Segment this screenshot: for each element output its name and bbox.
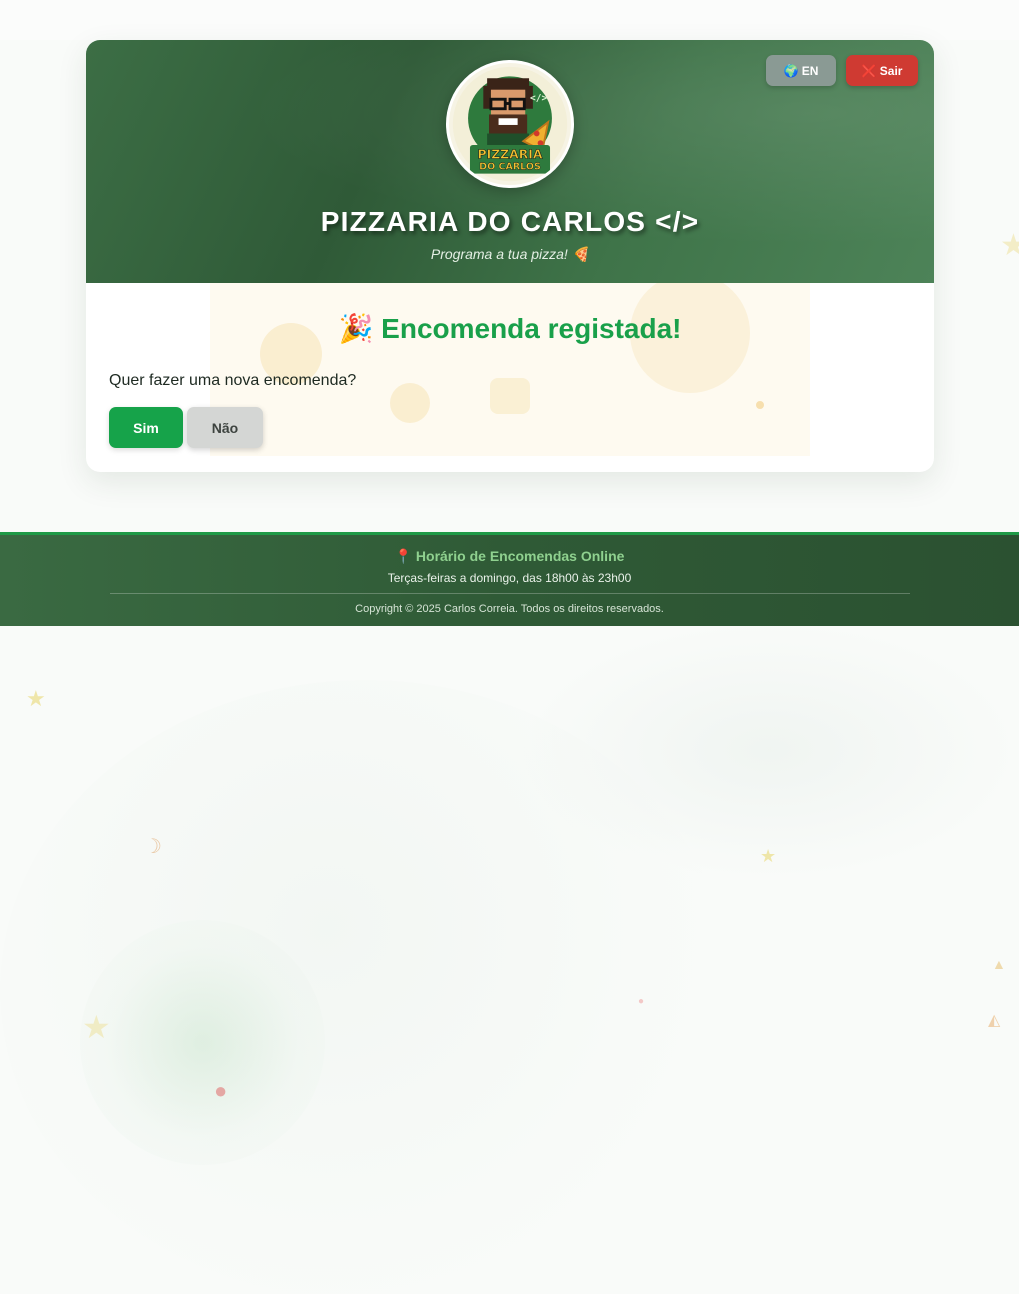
yes-button[interactable]: Sim bbox=[109, 407, 183, 448]
star-icon: ★ bbox=[82, 1009, 111, 1045]
svg-text:DO CARLOS: DO CARLOS bbox=[479, 162, 541, 173]
star-icon: ★ bbox=[760, 846, 777, 866]
footer-divider bbox=[110, 593, 910, 594]
pizza-slice-icon: ◭ bbox=[988, 1012, 1001, 1029]
pizzeria-logo: </> PIZZARIA DO CARLOS bbox=[446, 60, 574, 188]
star-icon: ★ bbox=[1000, 229, 1019, 262]
header-banner: </> PIZZARIA DO CARLOS 🌍 EN ❌ Sair PIZZA… bbox=[86, 40, 934, 283]
svg-text:PIZZARIA: PIZZARIA bbox=[478, 146, 543, 161]
new-order-question: Quer fazer uma nova encomenda? bbox=[109, 372, 357, 389]
footer-copyright: Copyright © 2025 Carlos Correia. Todos o… bbox=[355, 603, 664, 615]
page-title: PIZZARIA DO CARLOS </> bbox=[320, 206, 700, 237]
success-message: 🎉 Encomenda registada! bbox=[338, 313, 682, 344]
tomato-icon: ● bbox=[214, 1078, 228, 1103]
pizza-background-illustration bbox=[210, 283, 810, 456]
language-button[interactable]: 🌍 EN bbox=[766, 55, 836, 86]
order-card: </> PIZZARIA DO CARLOS 🌍 EN ❌ Sair PIZZA… bbox=[86, 40, 934, 472]
no-button[interactable]: Não bbox=[187, 407, 263, 448]
footer: 📍 Horário de Encomendas Online Terças-fe… bbox=[0, 532, 1019, 626]
star-icon: ★ bbox=[26, 686, 46, 711]
footer-title: 📍 Horário de Encomendas Online bbox=[394, 548, 625, 564]
cheese-icon: ▲ bbox=[992, 956, 1006, 972]
tagline: Programa a tua pizza! 🍕 bbox=[430, 246, 590, 262]
footer-hours: Terças-feiras a domingo, das 18h00 às 23… bbox=[387, 571, 632, 585]
svg-text:</>: </> bbox=[530, 93, 547, 104]
exit-button[interactable]: ❌ Sair bbox=[846, 55, 918, 86]
tomato-icon: ● bbox=[638, 996, 645, 1007]
pepper-icon: ☽ bbox=[144, 836, 162, 858]
top-strip bbox=[0, 0, 1019, 40]
